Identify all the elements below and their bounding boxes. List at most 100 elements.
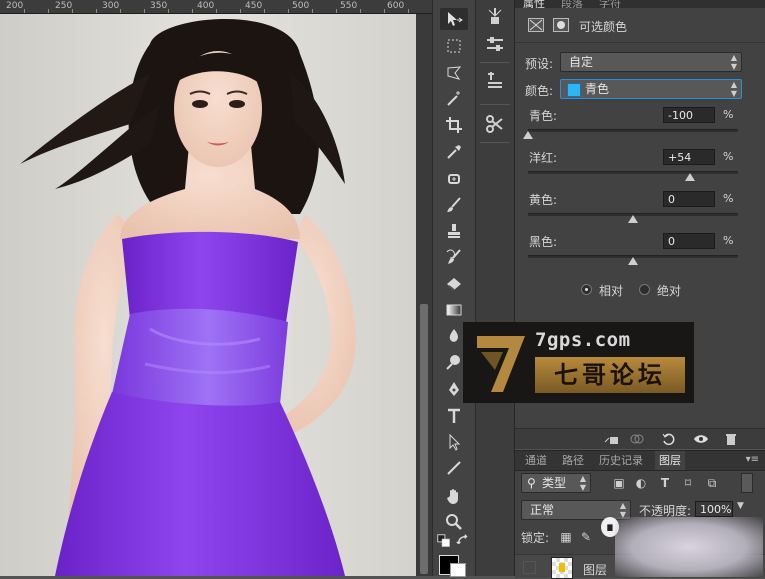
view-previous-state-icon[interactable] — [629, 431, 645, 447]
tab-channels[interactable]: 通道 — [521, 451, 551, 470]
yellow-value-input[interactable]: 0 — [663, 191, 715, 207]
adjustment-icon — [528, 18, 544, 32]
seven-logo-icon — [477, 336, 525, 392]
opacity-arrow-icon[interactable]: ▼ — [737, 501, 744, 511]
magenta-slider-track[interactable] — [528, 171, 738, 174]
path-selection-tool-icon[interactable] — [440, 431, 468, 453]
search-icon: ⚲ — [527, 476, 536, 490]
cyan-slider-thumb[interactable] — [523, 131, 533, 139]
dropdown-arrows-icon: ▲ ▼ — [579, 474, 586, 492]
hand-tool-icon[interactable] — [440, 485, 468, 507]
type-tool-icon[interactable] — [440, 405, 468, 427]
tab-paths[interactable]: 路径 — [558, 451, 588, 470]
preset-label: 预设: — [525, 57, 554, 71]
absolute-radio[interactable] — [639, 284, 650, 295]
adjustments-panel-icon[interactable] — [481, 32, 509, 56]
cyan-value-input[interactable]: -100 — [663, 107, 715, 123]
history-panel-icon[interactable] — [481, 4, 509, 28]
brush-tool-icon[interactable] — [440, 194, 468, 216]
yellow-slider-thumb[interactable] — [628, 215, 638, 223]
colors-dropdown[interactable]: 青色 ▲ ▼ — [560, 79, 742, 99]
eyedropper-tool-icon[interactable] — [440, 141, 468, 163]
magic-wand-tool-icon[interactable] — [440, 88, 468, 110]
tab-paragraph[interactable]: 段落 — [561, 0, 583, 8]
percent-sign: % — [723, 108, 734, 121]
layer-thumb-mark — [559, 563, 565, 572]
ruler-label: 400 — [197, 1, 215, 11]
lock-transparent-icon[interactable]: ▦ — [559, 530, 573, 544]
magenta-slider-thumb[interactable] — [684, 173, 695, 181]
smart-object-filter-icon[interactable]: ⧉ — [705, 476, 719, 490]
pixel-filter-icon[interactable]: ▣ — [612, 476, 626, 490]
properties-tab-bar: 属性 段落 字符 — [515, 0, 765, 8]
crop-tool-icon[interactable] — [440, 114, 468, 136]
cyan-slider-track[interactable] — [528, 129, 738, 132]
zoom-tool-icon[interactable] — [440, 511, 468, 533]
black-value-input[interactable]: 0 — [663, 233, 715, 249]
layer-mask-icon[interactable] — [553, 18, 569, 32]
character-panel-icon[interactable] — [481, 68, 509, 92]
ruler-label: 450 — [245, 1, 263, 11]
background-color-swatch[interactable] — [450, 563, 466, 577]
horizontal-ruler: 200 250 300 350 400 450 500 550 600 — [0, 0, 432, 14]
layer-filter-value: 类型 — [542, 476, 567, 490]
lock-pixels-icon[interactable]: ✎ — [579, 530, 593, 544]
vertical-scrollbar[interactable] — [416, 14, 432, 576]
line-tool-icon[interactable] — [440, 457, 468, 479]
dropdown-arrows-icon: ▲ ▼ — [730, 80, 737, 98]
tab-history[interactable]: 历史记录 — [595, 451, 647, 470]
type-filter-icon[interactable]: T — [658, 476, 672, 490]
clone-stamp-tool-icon[interactable] — [440, 220, 468, 242]
move-tool-icon[interactable] — [440, 8, 468, 30]
lasso-tool-icon[interactable] — [440, 62, 468, 84]
layer-filter-dropdown[interactable]: ⚲ 类型 ▲ ▼ — [521, 473, 591, 493]
scrollbar-thumb[interactable] — [420, 304, 428, 574]
marquee-tool-icon[interactable] — [440, 35, 468, 57]
tab-properties[interactable]: 属性 — [523, 0, 545, 8]
magenta-value-input[interactable]: +54 — [663, 149, 715, 165]
ruler-label: 250 — [55, 1, 73, 11]
preset-dropdown[interactable]: 自定 ▲ ▼ — [560, 52, 742, 72]
ruler-label: 300 — [102, 1, 120, 11]
absolute-label: 绝对 — [657, 284, 682, 298]
layer-name[interactable]: 图层 — [583, 561, 607, 578]
layer-visibility-toggle[interactable] — [523, 561, 536, 574]
ruler-label: 200 — [6, 1, 24, 11]
panel-icon-strip — [476, 0, 515, 576]
tab-layers[interactable]: 图层 — [655, 451, 685, 470]
swap-colors-icon[interactable] — [455, 534, 471, 548]
tool-presets-icon[interactable] — [481, 112, 509, 136]
colors-value: 青色 — [585, 82, 610, 96]
history-brush-tool-icon[interactable] — [440, 246, 468, 268]
default-colors-icon[interactable] — [436, 534, 452, 548]
clip-to-layer-icon[interactable] — [603, 431, 619, 447]
healing-brush-tool-icon[interactable] — [440, 168, 468, 190]
shape-filter-icon[interactable]: ⌑ — [681, 476, 695, 490]
ruler-label: 500 — [292, 1, 310, 11]
tab-character[interactable]: 字符 — [599, 0, 621, 8]
visibility-eye-icon[interactable] — [693, 431, 709, 447]
canvas-photo[interactable] — [0, 14, 416, 576]
reset-icon[interactable] — [661, 431, 677, 447]
watermark-domain: 7gps.com — [535, 329, 631, 351]
colors-label: 颜色: — [525, 84, 554, 98]
panel-menu-icon[interactable]: ▾≡ — [746, 454, 759, 465]
properties-footer — [515, 428, 765, 449]
relative-radio[interactable] — [581, 284, 592, 295]
adjustment-filter-icon[interactable]: ◐ — [634, 476, 648, 490]
relative-label: 相对 — [599, 284, 624, 298]
filter-toggle[interactable] — [741, 473, 753, 493]
cyan-label: 青色: — [529, 109, 558, 123]
black-slider-thumb[interactable] — [628, 257, 638, 265]
percent-sign: % — [723, 234, 734, 247]
delete-trash-icon[interactable] — [723, 431, 739, 447]
properties-header: 可选颜色 — [515, 8, 765, 43]
ruler-label: 550 — [340, 1, 358, 11]
yellow-label: 黄色: — [529, 193, 558, 207]
document-canvas-area[interactable]: 200 250 300 350 400 450 500 550 600 — [0, 0, 432, 576]
opacity-input[interactable]: 100% — [695, 501, 733, 517]
eraser-tool-icon[interactable] — [440, 273, 468, 295]
watermark-title: 七哥论坛 — [535, 357, 685, 393]
dropdown-arrows-icon: ▲ ▼ — [730, 53, 737, 71]
gradient-tool-icon[interactable] — [440, 299, 468, 321]
